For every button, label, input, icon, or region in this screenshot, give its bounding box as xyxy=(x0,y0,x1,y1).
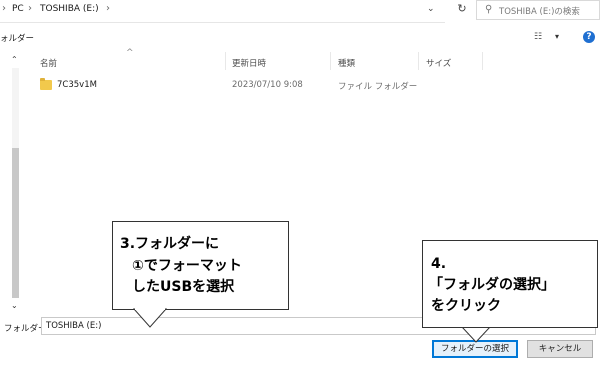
callout-step4-line3: をクリック xyxy=(431,298,501,314)
callout-step4-line2: 「フォルダの選択」 xyxy=(429,277,555,293)
callout-step4-line1: 4. xyxy=(431,256,447,272)
callout-step3-pointer xyxy=(132,308,168,328)
callout-step4-pointer xyxy=(460,326,492,343)
callout-step4: 4. 「フォルダの選択」 をクリック xyxy=(422,240,598,328)
